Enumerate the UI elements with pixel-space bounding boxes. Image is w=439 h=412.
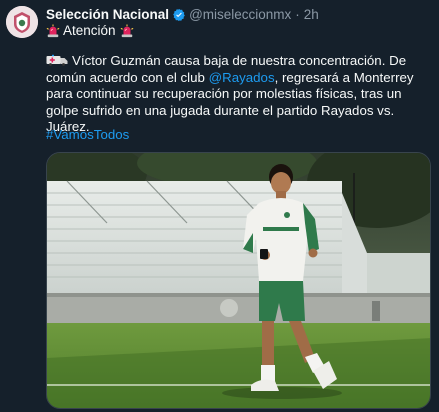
hashtag-line: #VamosTodos <box>46 127 129 143</box>
alert-line: Atención <box>46 22 134 40</box>
player-photo-image <box>47 153 430 408</box>
avatar[interactable] <box>6 6 38 38</box>
rotating-light-icon <box>46 24 60 38</box>
alert-text: Atención <box>63 23 116 38</box>
tweet: Selección Nacional @miseleccionmx · 2h A… <box>0 0 439 412</box>
separator-dot: · <box>295 7 300 22</box>
mention-link[interactable]: @Rayados <box>209 70 275 85</box>
federation-crest-icon <box>6 6 38 38</box>
timestamp[interactable]: 2h <box>304 6 319 24</box>
ambulance-icon <box>46 54 68 66</box>
author-handle[interactable]: @miseleccionmx <box>189 6 291 24</box>
tweet-body: Víctor Guzmán causa baja de nuestra conc… <box>46 53 432 136</box>
rotating-light-icon <box>120 24 134 38</box>
verified-badge-icon[interactable] <box>172 8 186 22</box>
hashtag-link[interactable]: #VamosTodos <box>46 127 129 142</box>
tweet-photo[interactable] <box>46 152 431 409</box>
